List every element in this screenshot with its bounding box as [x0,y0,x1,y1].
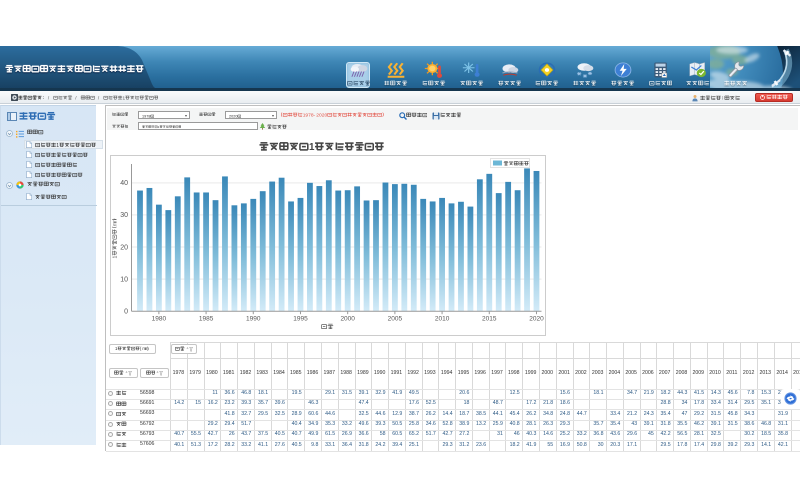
svg-text:/: / [48,95,50,100]
svg-text:8: 8 [148,114,150,118]
svg-text:1985: 1985 [199,316,214,323]
svg-text:1: 1 [115,347,118,352]
svg-text:0: 0 [324,112,327,117]
svg-text:m: m [112,219,118,223]
svg-text:1990: 1990 [246,316,261,323]
svg-text:20: 20 [120,244,128,251]
svg-text:1995: 1995 [293,316,308,323]
svg-text:2005: 2005 [388,316,403,323]
svg-text:1: 1 [157,125,159,129]
svg-text:): ) [147,347,149,352]
svg-text:0: 0 [235,114,237,118]
svg-text:0: 0 [124,309,128,316]
svg-text:2015: 2015 [482,316,497,323]
svg-text:2010: 2010 [435,316,450,323]
svg-text:1980: 1980 [152,316,167,323]
svg-text:1: 1 [112,256,118,259]
svg-text:/: / [75,95,77,100]
svg-text:40: 40 [120,180,128,187]
svg-text:10: 10 [120,276,128,283]
svg-text:/: / [98,95,100,100]
svg-text:-: - [313,113,315,117]
svg-text:2020: 2020 [529,316,544,323]
svg-text:1: 1 [309,142,315,152]
svg-text:30: 30 [120,212,128,219]
svg-text:2000: 2000 [340,316,355,323]
svg-text:1: 1 [56,142,59,147]
svg-text:1: 1 [122,95,125,100]
